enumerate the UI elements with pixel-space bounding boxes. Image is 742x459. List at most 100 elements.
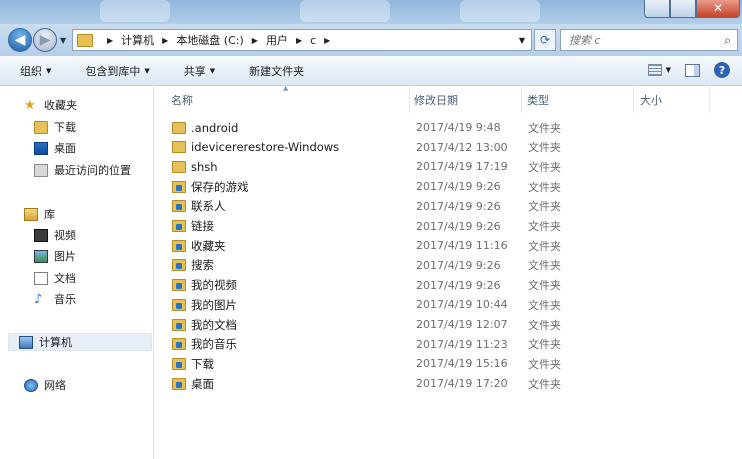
address-bar[interactable]: ▶ 计算机 ▶ 本地磁盘 (C:) ▶ 用户 ▶ c ▶ ▼ <box>72 29 532 51</box>
nav-libraries[interactable]: 库 <box>24 205 55 223</box>
favorites-folder-icon <box>172 239 186 252</box>
new-folder-button[interactable]: 新建文件夹 <box>229 63 318 79</box>
chevron-right-icon[interactable]: ▶ <box>296 36 302 45</box>
nav-favorites-label: 收藏夹 <box>44 99 77 112</box>
file-name: 搜索 <box>191 258 214 273</box>
nav-music[interactable]: ♪ 音乐 <box>34 290 76 308</box>
file-row[interactable]: 桌面 2017/4/19 17:20 文件夹 <box>155 374 742 393</box>
file-date-modified: 2017/4/19 9:26 <box>416 199 501 213</box>
nav-desktop[interactable]: 桌面 <box>34 139 76 157</box>
address-dropdown-icon[interactable]: ▼ <box>519 36 525 45</box>
nav-documents[interactable]: 文档 <box>34 269 76 287</box>
nav-recent-places[interactable]: 最近访问的位置 <box>34 161 131 179</box>
nav-documents-label: 文档 <box>54 272 76 285</box>
file-row[interactable]: 链接 2017/4/19 9:26 文件夹 <box>155 217 742 236</box>
search-box[interactable]: ⌕ <box>560 29 738 51</box>
file-type: 文件夹 <box>528 357 561 371</box>
file-row[interactable]: idevicererestore-Windows 2017/4/12 13:00 文… <box>155 138 742 157</box>
include-in-library-menu[interactable]: 包含到库中 ▼ <box>65 63 163 79</box>
file-type: 文件夹 <box>528 180 561 194</box>
chevron-right-icon[interactable]: ▶ <box>162 36 168 45</box>
forward-arrow-icon: ▶ <box>39 32 51 48</box>
view-controls: ▼ ? <box>647 62 730 78</box>
nav-computer-label: 计算机 <box>39 336 72 349</box>
file-date-modified: 2017/4/19 11:23 <box>416 337 508 351</box>
file-name: 桌面 <box>191 376 214 391</box>
nav-music-label: 音乐 <box>54 293 76 306</box>
breadcrumb-c[interactable]: c <box>310 34 316 47</box>
help-icon[interactable]: ? <box>714 62 730 78</box>
sort-ascending-icon: ▲ <box>283 84 289 92</box>
file-name: 我的图片 <box>191 297 237 312</box>
file-row[interactable]: 我的文档 2017/4/19 12:07 文件夹 <box>155 315 742 334</box>
file-row[interactable]: 下载 2017/4/19 15:16 文件夹 <box>155 354 742 373</box>
file-row[interactable]: 我的音乐 2017/4/19 11:23 文件夹 <box>155 335 742 354</box>
file-row[interactable]: 我的图片 2017/4/19 10:44 文件夹 <box>155 295 742 314</box>
recent-pages-dropdown[interactable]: ▼ <box>60 36 66 45</box>
change-view-icon[interactable] <box>647 64 662 76</box>
nav-downloads-label: 下载 <box>54 121 76 134</box>
file-type: 文件夹 <box>528 318 561 332</box>
file-row[interactable]: 我的视频 2017/4/19 9:26 文件夹 <box>155 276 742 295</box>
command-bar: 组织 ▼ 包含到库中 ▼ 共享 ▼ 新建文件夹 ▼ ? <box>0 56 742 86</box>
close-button[interactable] <box>696 0 740 18</box>
file-row[interactable]: 保存的游戏 2017/4/19 9:26 文件夹 <box>155 177 742 196</box>
organize-menu[interactable]: 组织 ▼ <box>0 63 65 79</box>
nav-videos[interactable]: 视频 <box>34 226 76 244</box>
file-row[interactable]: .android 2017/4/19 9:48 文件夹 <box>155 118 742 137</box>
maximize-button[interactable] <box>670 0 696 18</box>
nav-downloads[interactable]: 下载 <box>34 118 76 136</box>
file-type: 文件夹 <box>528 298 561 312</box>
column-type[interactable]: 类型 <box>522 87 634 113</box>
include-library-label: 包含到库中 <box>85 64 141 78</box>
nav-network[interactable]: 网络 <box>24 376 66 394</box>
minimize-button[interactable] <box>644 0 670 18</box>
chevron-down-icon[interactable]: ▼ <box>666 66 671 74</box>
file-date-modified: 2017/4/19 12:07 <box>416 318 508 331</box>
forward-button[interactable]: ▶ <box>33 28 57 52</box>
nav-favorites[interactable]: ★ 收藏夹 <box>24 96 77 114</box>
chevron-right-icon[interactable]: ▶ <box>252 36 258 45</box>
file-date-modified: 2017/4/12 13:00 <box>416 140 508 154</box>
file-row[interactable]: 联系人 2017/4/19 9:26 文件夹 <box>155 197 742 216</box>
nav-computer[interactable]: 计算机 <box>8 333 152 351</box>
computer-icon <box>19 335 33 349</box>
nav-pictures-label: 图片 <box>54 250 76 263</box>
star-icon: ★ <box>24 97 36 113</box>
share-menu[interactable]: 共享 ▼ <box>164 63 229 79</box>
network-icon <box>24 378 38 392</box>
file-date-modified: 2017/4/19 17:20 <box>416 377 508 391</box>
chevron-right-icon[interactable]: ▶ <box>107 36 113 45</box>
column-date-modified[interactable]: 修改日期 <box>410 87 522 113</box>
back-button[interactable]: ◀ <box>8 28 32 52</box>
breadcrumb-users[interactable]: 用户 <box>266 32 288 48</box>
column-name[interactable]: ▲ 名称 <box>155 84 410 113</box>
nav-pictures[interactable]: 图片 <box>34 247 76 265</box>
organize-label: 组织 <box>20 64 42 78</box>
file-row[interactable]: 收藏夹 2017/4/19 11:16 文件夹 <box>155 236 742 255</box>
search-icon[interactable]: ⌕ <box>724 33 731 48</box>
chevron-right-icon[interactable]: ▶ <box>324 36 330 45</box>
file-name: 联系人 <box>191 199 226 214</box>
folder-icon <box>77 33 93 47</box>
refresh-button[interactable]: ⟳ <box>534 29 556 51</box>
share-label: 共享 <box>183 64 206 78</box>
nav-desktop-label: 桌面 <box>54 142 76 155</box>
file-name: 我的音乐 <box>191 337 237 352</box>
downloads-folder-icon <box>172 357 186 370</box>
file-row[interactable]: 搜索 2017/4/19 9:26 文件夹 <box>155 256 742 275</box>
breadcrumb-computer[interactable]: 计算机 <box>121 32 154 48</box>
videos-folder-icon <box>172 279 186 292</box>
file-type: 文件夹 <box>528 279 561 293</box>
column-size[interactable]: 大小 <box>634 87 710 113</box>
file-type: 文件夹 <box>528 141 561 155</box>
nav-videos-label: 视频 <box>54 229 76 242</box>
navigation-bar: ◀ ▶ ▼ ▶ 计算机 ▶ 本地磁盘 (C:) ▶ 用户 ▶ c ▶ ▼ ⟳ ⌕ <box>0 24 742 56</box>
file-date-modified: 2017/4/19 9:26 <box>416 180 501 194</box>
breadcrumb-local-disk[interactable]: 本地磁盘 (C:) <box>176 32 243 48</box>
preview-pane-icon[interactable] <box>685 63 700 77</box>
file-row[interactable]: shsh 2017/4/19 17:19 文件夹 <box>155 157 742 176</box>
video-icon <box>34 228 48 242</box>
search-input[interactable] <box>569 33 709 47</box>
file-type: 文件夹 <box>528 239 561 253</box>
